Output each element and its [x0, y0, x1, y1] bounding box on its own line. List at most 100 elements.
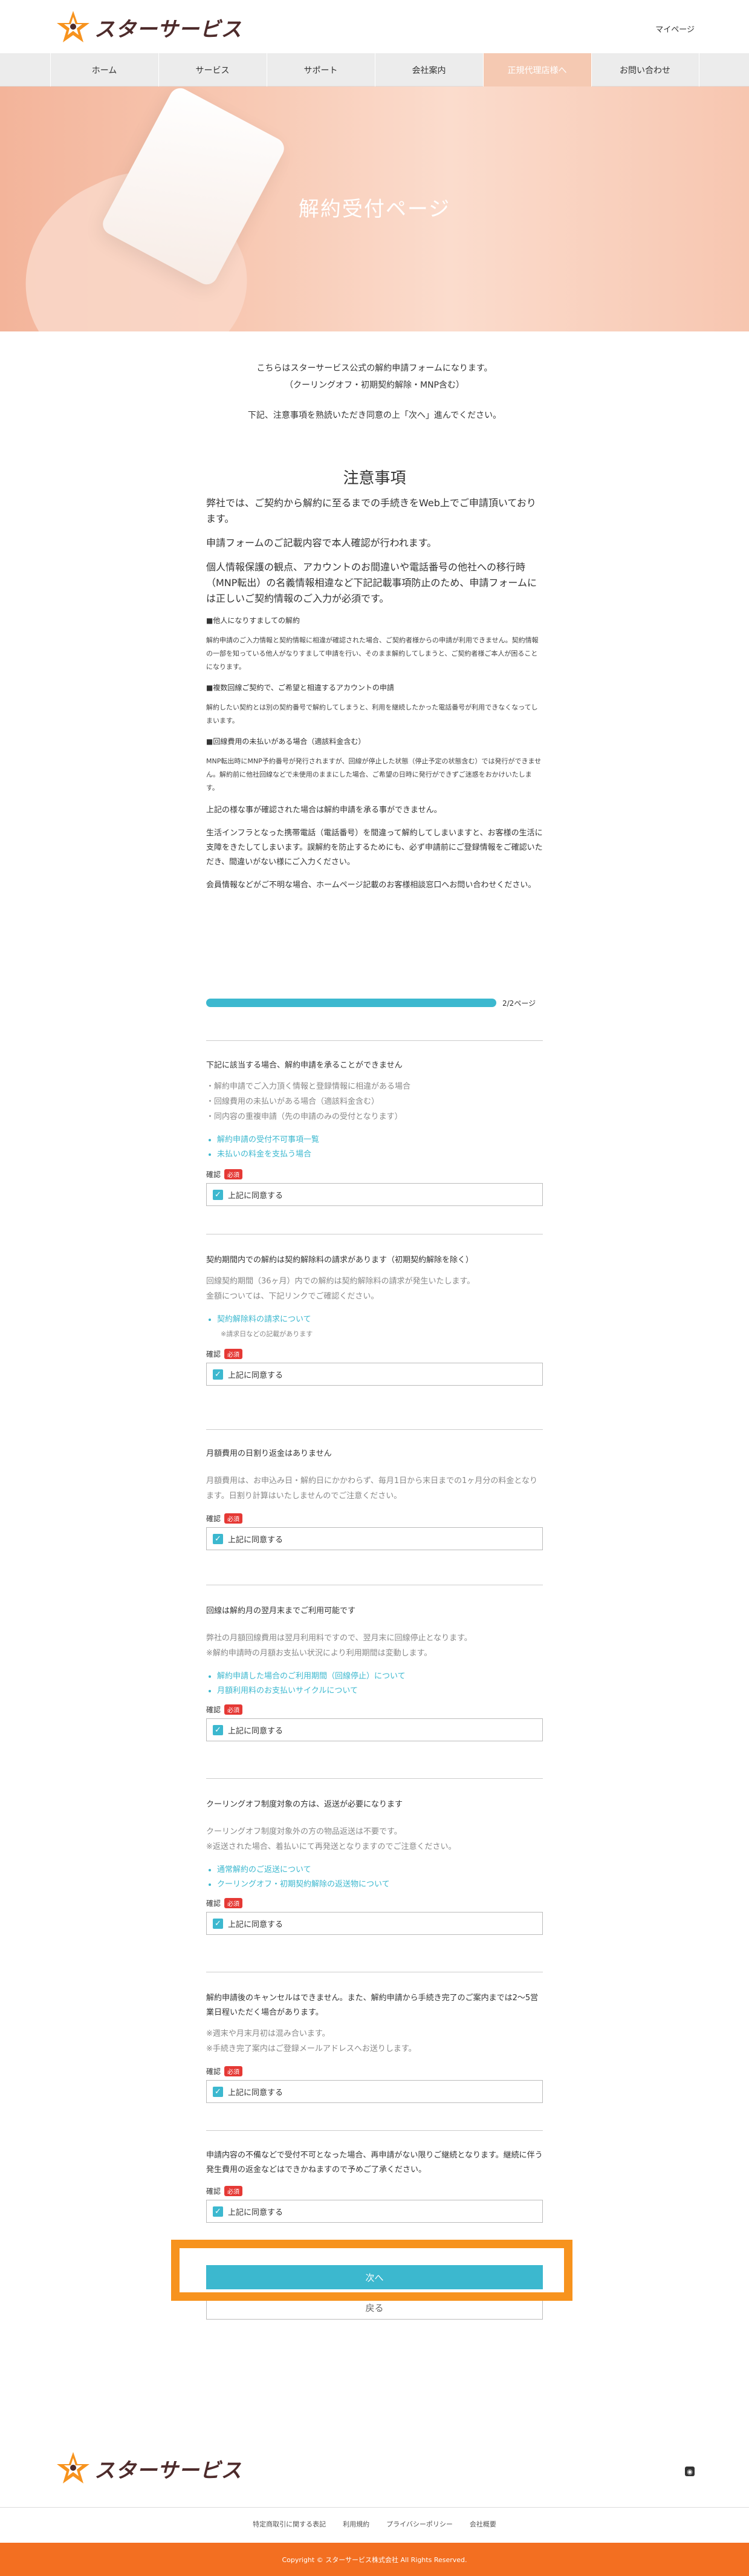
- nav-item-service[interactable]: サービス: [158, 53, 267, 86]
- check-icon[interactable]: ✓: [213, 1724, 223, 1735]
- section-body: 回線契約期間（36ヶ月）内での解約は契約解除料の請求が発生いたします。 金額につ…: [206, 1274, 543, 1304]
- check-icon[interactable]: ✓: [213, 1918, 223, 1929]
- section-title: クーリングオフ制度対象の方は、返送が必要になります: [206, 1800, 403, 1809]
- notes-heading: ■複数回線ご契約で、ご希望と相違するアカウントの申請: [206, 683, 394, 692]
- section-link[interactable]: 解約申請の受付不可事項一覧: [217, 1133, 543, 1147]
- footer-link[interactable]: 利用規約: [343, 2519, 369, 2529]
- section-body: ※週末や月末月初は混み合います。 ※手続き完了案内はご登録メールアドレスへお送り…: [206, 2026, 543, 2056]
- section-links: 解約申請の受付不可事項一覧 未払いの料金を支払う場合: [206, 1133, 543, 1162]
- required-badge: 必須: [224, 1513, 243, 1524]
- section-body-line: 月額費用は、お申込み日・解約日にかかわらず、毎月1日から末日までの1ヶ月分の料金…: [206, 1476, 537, 1501]
- check-icon[interactable]: ✓: [213, 1369, 223, 1380]
- section-links: 通常解約のご返送について クーリングオフ・初期契約解除の返送物について: [206, 1863, 543, 1892]
- notes-section: 注意事項 弊社では、ご契約から解約に至るまでの手続きをWeb上でご申請頂いており…: [206, 466, 543, 901]
- site-logo[interactable]: スターサービス: [54, 8, 242, 46]
- notes-paragraph: 会員情報などがご不明な場合、ホームページ記載のお客様相談窓口へお問い合わせくださ…: [206, 881, 536, 890]
- required-badge: 必須: [224, 1169, 243, 1179]
- confirm-label-text: 確認: [206, 1706, 221, 1714]
- confirm-label: 確認 必須: [206, 2186, 543, 2196]
- confirm-label: 確認 必須: [206, 1513, 543, 1524]
- consent-section-3: 月額費用の日割り返金はありません 月額費用は、お申込み日・解約日にかかわらず、毎…: [206, 1447, 543, 1550]
- footer-logo-text: スターサービス: [94, 2458, 242, 2483]
- footer-logo[interactable]: スターサービス: [54, 2450, 242, 2487]
- site-header: スターサービス マイページ: [0, 0, 749, 53]
- agree-checkbox-field[interactable]: ✓ 上記に同意する: [206, 1527, 543, 1550]
- section-link[interactable]: 未払いの料金を支払う場合: [217, 1147, 543, 1162]
- confirm-label-text: 確認: [206, 1170, 221, 1179]
- notes-paragraph: 申請フォームのご記載内容で本人確認が行われます。: [206, 537, 437, 549]
- check-icon[interactable]: ✓: [213, 1533, 223, 1544]
- page-title: 解約受付ページ: [298, 197, 451, 221]
- agree-label: 上記に同意する: [228, 2088, 284, 2098]
- notes-detail: 解約したい契約とは別の契約番号で解約してしまうと、利用を継続したかった電話番号が…: [206, 703, 538, 725]
- section-body-line: 金額については、下記リンクでご確認ください。: [206, 1292, 379, 1301]
- section-link[interactable]: 月額利用料のお支払いサイクルについて: [217, 1684, 543, 1698]
- confirm-label-text: 確認: [206, 2187, 221, 2196]
- consent-section-2: 契約期間内での解約は契約解除料の請求があります（初期契約解除を除く） 回線契約期…: [206, 1253, 543, 1386]
- progress-indicator: 2/2ページ: [206, 997, 543, 1009]
- consent-section-1: 下記に該当する場合、解約申請を承ることができません ・解約申請でご入力頂く情報と…: [206, 1058, 543, 1206]
- intro-line-2: （クーリングオフ・初期契約解除・MNP含む）: [285, 380, 464, 390]
- notes-paragraph: 生活インフラとなった携帯電話（電話番号）を間違って解約してしまいますと、お客様の…: [206, 829, 543, 867]
- notes-heading: ■他人になりすましての解約: [206, 616, 300, 625]
- agree-label: 上記に同意する: [228, 1726, 284, 1736]
- nav-item-support[interactable]: サポート: [266, 53, 375, 86]
- agree-checkbox-field[interactable]: ✓ 上記に同意する: [206, 1912, 543, 1935]
- intro-line-3: 下記、注意事項を熟読いただき同意の上「次へ」進んでください。: [247, 411, 502, 420]
- intro-text: こちらはスターサービス公式の解約申請フォームになります。 （クーリングオフ・初期…: [0, 360, 749, 424]
- section-links: 契約解除料の請求について ※請求日などの記載があります: [206, 1312, 543, 1342]
- progress-label: 2/2ページ: [502, 999, 536, 1008]
- agree-checkbox-field[interactable]: ✓ 上記に同意する: [206, 2200, 543, 2223]
- agree-checkbox-field[interactable]: ✓ 上記に同意する: [206, 1363, 543, 1386]
- nav-item-agency[interactable]: 正規代理店様へ: [482, 53, 591, 86]
- section-body-line: ・解約申請でご入力頂く情報と登録情報に相違がある場合: [206, 1082, 411, 1091]
- agree-checkbox-field[interactable]: ✓ 上記に同意する: [206, 2080, 543, 2103]
- footer-link[interactable]: 特定商取引に関する表記: [253, 2519, 326, 2529]
- intro-line-1: こちらはスターサービス公式の解約申請フォームになります。: [256, 364, 493, 373]
- section-title: 月額費用の日割り返金はありません: [206, 1449, 332, 1458]
- notes-title: 注意事項: [343, 469, 406, 487]
- mypage-link[interactable]: マイページ: [655, 23, 695, 34]
- confirm-label-text: 確認: [206, 1899, 221, 1908]
- section-link-note: ※請求日などの記載があります: [221, 1330, 313, 1338]
- check-icon[interactable]: ✓: [213, 2206, 223, 2217]
- section-link[interactable]: 解約申請した場合のご利用期間（回線停止）について: [217, 1669, 543, 1684]
- agree-checkbox-field[interactable]: ✓ 上記に同意する: [206, 1183, 543, 1206]
- section-body: クーリングオフ制度対象外の方の物品返送は不要です。 ※返送された場合、着払いにて…: [206, 1824, 543, 1854]
- footer-links: 特定商取引に関する表記 利用規約 プライバシーポリシー 会社概要: [0, 2507, 749, 2540]
- agree-label: 上記に同意する: [228, 1920, 284, 1929]
- consent-section-5: クーリングオフ制度対象の方は、返送が必要になります クーリングオフ制度対象外の方…: [206, 1798, 543, 1935]
- nav-item-company[interactable]: 会社案内: [374, 53, 483, 86]
- notes-detail: 解約申請のご入力情報と契約情報に相違が確認された場合、ご契約者様からの申請が利用…: [206, 636, 539, 671]
- section-title: 申請内容の不備などで受付不可となった場合、再申請がない限りご継続となります。継続…: [206, 2151, 543, 2174]
- nav-item-home[interactable]: ホーム: [50, 53, 158, 86]
- notes-paragraph: 上記の様な事が確認された場合は解約申請を承る事ができません。: [206, 806, 442, 815]
- consent-section-4: 回線は解約月の翌月末までご利用可能です 弊社の月額回線費用は翌月利用料ですので、…: [206, 1604, 543, 1741]
- agree-label: 上記に同意する: [228, 2208, 284, 2217]
- section-body: 弊社の月額回線費用は翌月利用料ですので、翌月末に回線停止となります。 ※解約申請…: [206, 1631, 543, 1661]
- agree-label: 上記に同意する: [228, 1535, 284, 1545]
- nav-item-contact[interactable]: お問い合わせ: [591, 53, 699, 86]
- required-badge: 必須: [224, 1704, 243, 1715]
- section-links: 解約申請した場合のご利用期間（回線停止）について 月額利用料のお支払いサイクルに…: [206, 1669, 543, 1698]
- check-icon[interactable]: ✓: [213, 2086, 223, 2097]
- footer-link[interactable]: 会社概要: [470, 2519, 496, 2529]
- check-icon[interactable]: ✓: [213, 1189, 223, 1200]
- agree-checkbox-field[interactable]: ✓ 上記に同意する: [206, 1718, 543, 1741]
- rss-icon[interactable]: ◉: [685, 2467, 695, 2476]
- section-link-text[interactable]: 契約解除料の請求について: [217, 1315, 311, 1324]
- confirm-label: 確認 必須: [206, 1704, 543, 1715]
- section-link[interactable]: 契約解除料の請求について ※請求日などの記載があります: [217, 1312, 543, 1342]
- copyright-bar: Copyright © スターサービス株式会社 All Rights Reser…: [0, 2543, 749, 2576]
- section-body-line: ※返送された場合、着払いにて再発送となりますのでご注意ください。: [206, 1842, 456, 1851]
- section-title: 契約期間内での解約は契約解除料の請求があります（初期契約解除を除く）: [206, 1256, 474, 1265]
- consent-section-7: 申請内容の不備などで受付不可となった場合、再申請がない限りご継続となります。継続…: [206, 2148, 543, 2223]
- section-link[interactable]: クーリングオフ・初期契約解除の返送物について: [217, 1877, 543, 1892]
- agree-label: 上記に同意する: [228, 1371, 284, 1380]
- divider: [206, 1429, 543, 1430]
- global-nav: ホーム サービス サポート 会社案内 正規代理店様へ お問い合わせ: [0, 53, 749, 86]
- section-title: 解約申請後のキャンセルはできません。また、解約申請から手続き完了のご案内までは2…: [206, 1994, 539, 2017]
- section-link[interactable]: 通常解約のご返送について: [217, 1863, 543, 1877]
- divider: [206, 2130, 543, 2131]
- footer-link[interactable]: プライバシーポリシー: [386, 2519, 453, 2529]
